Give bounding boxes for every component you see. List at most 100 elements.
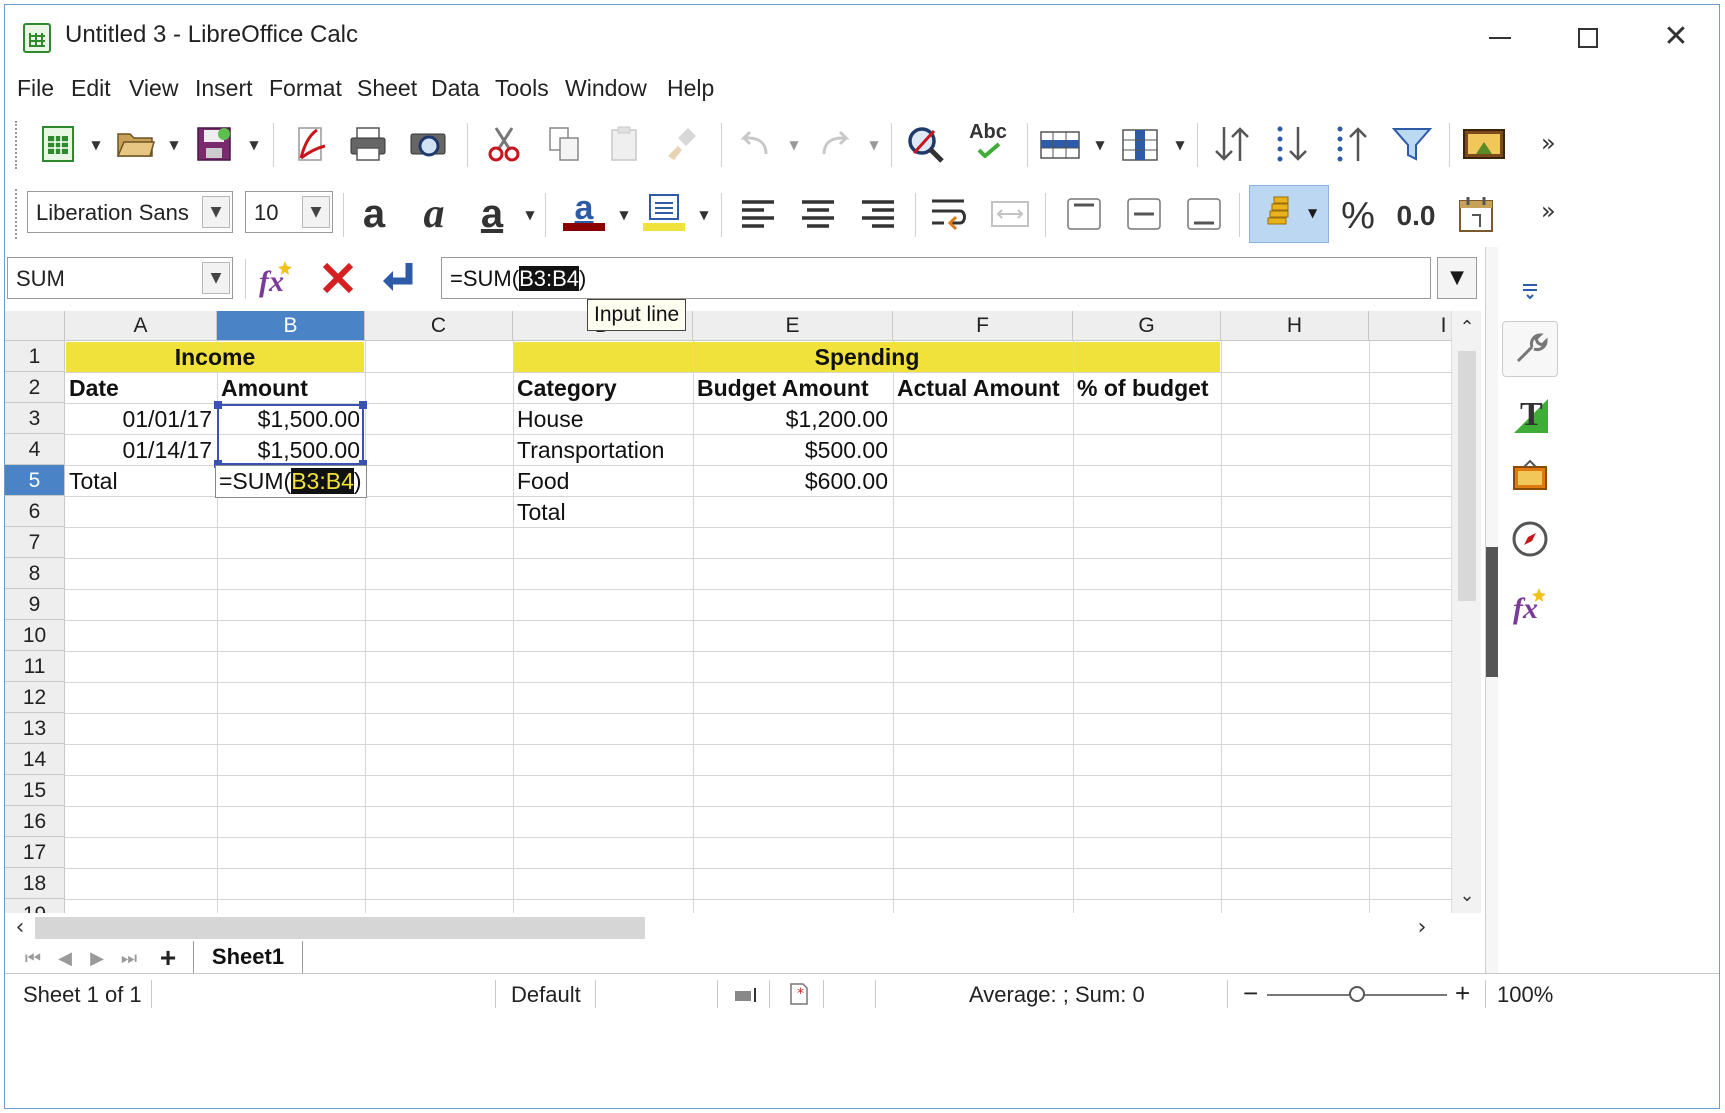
column-dropdown-arrow[interactable]: ▼ (1173, 125, 1187, 165)
zoom-level[interactable]: 100% (1497, 982, 1553, 1008)
cell-budget[interactable]: $1,200.00 (694, 404, 892, 435)
cell-amount-header[interactable]: Amount (218, 373, 364, 404)
new-spreadsheet-icon[interactable] (35, 121, 81, 167)
menu-help[interactable]: Help (667, 75, 714, 102)
scroll-right-icon[interactable]: › (1409, 913, 1435, 943)
selection-summary[interactable]: Average: ; Sum: 0 (969, 982, 1145, 1008)
cell-spending-total-label[interactable]: Total (514, 497, 692, 528)
export-pdf-icon[interactable] (287, 121, 333, 167)
merge-cells-icon[interactable] (987, 191, 1033, 237)
row-header-12[interactable]: 12 (5, 682, 65, 713)
redo-dropdown-arrow[interactable]: ▼ (867, 125, 881, 165)
underline-button[interactable]: a (469, 191, 515, 237)
row-header-1[interactable]: 1 (5, 341, 65, 372)
row-header-10[interactable]: 10 (5, 620, 65, 651)
align-center-icon[interactable] (795, 191, 841, 237)
column-header-h[interactable]: H (1221, 311, 1369, 341)
cell-date-header[interactable]: Date (66, 373, 216, 404)
scroll-down-icon[interactable]: ⌄ (1452, 881, 1482, 911)
next-sheet-icon[interactable]: ▶ (83, 945, 111, 973)
print-preview-icon[interactable] (405, 121, 451, 167)
row-dropdown-arrow[interactable]: ▼ (1093, 125, 1107, 165)
minimize-button[interactable] (1465, 13, 1535, 61)
toolbar-grip[interactable] (15, 189, 21, 239)
chevron-down-icon[interactable]: ▼ (302, 196, 330, 228)
row-header-3[interactable]: 3 (5, 403, 65, 434)
row-header-4[interactable]: 4 (5, 434, 65, 465)
zoom-slider-knob[interactable] (1349, 986, 1365, 1002)
row-header-15[interactable]: 15 (5, 775, 65, 806)
new-dropdown-arrow[interactable]: ▼ (89, 125, 103, 165)
font-size-box[interactable]: 10 ▼ (245, 191, 333, 233)
print-icon[interactable] (345, 121, 391, 167)
cell-total-label[interactable]: Total (66, 466, 216, 497)
font-color-button[interactable]: a (561, 189, 607, 235)
chevron-down-icon[interactable]: ▼ (202, 262, 230, 294)
sidebar-collapse-handle[interactable] (1486, 547, 1498, 677)
properties-icon[interactable] (1502, 321, 1558, 377)
cell-budget[interactable]: $500.00 (694, 435, 892, 466)
sort-descending-icon[interactable] (1269, 121, 1315, 167)
sidebar-menu-icon[interactable] (1502, 261, 1558, 317)
font-color-dropdown-arrow[interactable]: ▼ (617, 195, 631, 235)
name-box[interactable]: SUM ▼ (7, 257, 233, 299)
toolbar-grip[interactable] (15, 121, 21, 169)
align-top-icon[interactable] (1061, 191, 1107, 237)
underline-dropdown-arrow[interactable]: ▼ (523, 195, 537, 235)
select-all-corner[interactable] (5, 311, 65, 341)
row-header-2[interactable]: 2 (5, 372, 65, 403)
align-right-icon[interactable] (855, 191, 901, 237)
cell-budget-header[interactable]: Budget Amount (694, 373, 892, 404)
align-bottom-icon[interactable] (1181, 191, 1227, 237)
menu-insert[interactable]: Insert (195, 75, 253, 102)
navigator-icon[interactable] (1502, 511, 1558, 567)
column-header-g[interactable]: G (1073, 311, 1221, 341)
cell-date[interactable]: 01/14/17 (66, 435, 216, 466)
functions-icon[interactable]: fx (1502, 577, 1558, 633)
row-header-16[interactable]: 16 (5, 806, 65, 837)
cell-category[interactable]: House (514, 404, 692, 435)
row-header-5[interactable]: 5 (5, 465, 65, 496)
redo-icon[interactable] (811, 121, 857, 167)
row-header-14[interactable]: 14 (5, 744, 65, 775)
column-header-i[interactable]: I (1369, 311, 1451, 341)
copy-icon[interactable] (541, 121, 587, 167)
cell-percent-header[interactable]: % of budget (1074, 373, 1220, 404)
italic-button[interactable]: a (411, 191, 457, 237)
gallery-icon[interactable] (1502, 447, 1558, 503)
cell-spending-header[interactable]: Spending (514, 342, 1220, 373)
cell-category[interactable]: Transportation (514, 435, 692, 466)
spellcheck-icon[interactable]: Abc (965, 117, 1011, 163)
column-header-b[interactable]: B (217, 311, 365, 341)
standard-toolbar-more[interactable]: » (1541, 129, 1556, 157)
row-header-9[interactable]: 9 (5, 589, 65, 620)
zoom-in-icon[interactable]: + (1455, 978, 1470, 1009)
cell-income-header[interactable]: Income (66, 342, 364, 373)
vertical-scrollbar[interactable]: ⌃ ⌄ (1451, 311, 1481, 913)
save-icon[interactable] (191, 121, 237, 167)
image-icon[interactable] (1461, 121, 1507, 167)
formatting-toolbar-more[interactable]: » (1541, 197, 1556, 225)
cell-category-header[interactable]: Category (514, 373, 692, 404)
function-wizard-icon[interactable]: fx (253, 255, 299, 301)
align-left-icon[interactable] (735, 191, 781, 237)
row-header-19[interactable]: 19 (5, 899, 65, 913)
chevron-down-icon[interactable]: ▼ (202, 196, 230, 228)
column-icon[interactable] (1117, 121, 1163, 167)
open-dropdown-arrow[interactable]: ▼ (167, 125, 181, 165)
autofilter-icon[interactable] (1389, 121, 1435, 167)
highlight-dropdown-arrow[interactable]: ▼ (697, 195, 711, 235)
font-name-box[interactable]: Liberation Sans ▼ (27, 191, 233, 233)
range-handle[interactable] (359, 401, 367, 409)
cut-icon[interactable] (481, 121, 527, 167)
horizontal-scroll-thumb[interactable] (35, 917, 645, 939)
clone-formatting-icon[interactable] (661, 121, 707, 167)
accept-icon[interactable] (375, 255, 421, 301)
row-header-11[interactable]: 11 (5, 651, 65, 682)
find-replace-icon[interactable] (903, 121, 949, 167)
selection-mode-icon[interactable] (733, 986, 759, 1004)
date-format-icon[interactable] (1453, 191, 1499, 237)
row-header-17[interactable]: 17 (5, 837, 65, 868)
styles-icon[interactable]: T (1502, 387, 1558, 443)
row-header-7[interactable]: 7 (5, 527, 65, 558)
